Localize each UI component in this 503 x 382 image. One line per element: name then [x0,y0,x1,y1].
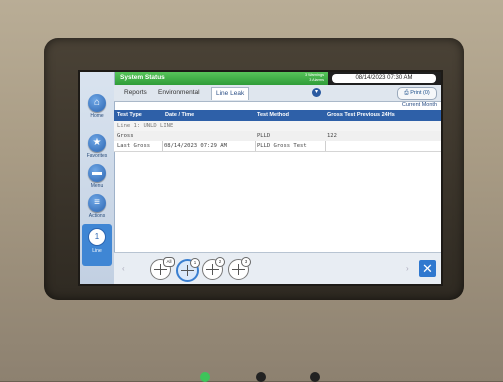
nav-menu-label: Menu [90,183,104,189]
cell-test-type: Gross [117,133,134,139]
gauge-2-label: 2 [215,257,225,267]
cell-test-method: PLLD Gross Test [257,143,307,149]
printer-icon: ⎙ [404,90,409,96]
alarm-warning-counts: 3 Warnings 3 Alarms [305,73,324,82]
left-nav: ⌂ Home ★ Favorites ▬ Menu ≡ Actions 1 Li… [80,72,115,284]
column-divider [162,141,163,151]
cell-gross-test: 122 [327,133,337,139]
header-gross-test: Gross Test Previous 24Hs [327,112,395,118]
chevron-down-icon[interactable]: ▾ [312,88,321,97]
column-divider [255,141,256,151]
status-bar: System Status 3 Warnings 3 Alarms 08/14/… [80,72,441,85]
system-status-banner[interactable]: System Status 3 Warnings 3 Alarms [114,72,328,85]
section-label: Line 1: UNLD LINE [117,123,174,129]
gauge-all-button[interactable]: All [150,257,175,280]
nav-actions-label: Actions [88,213,106,219]
header-test-type: Test Type [117,112,142,118]
bottom-toolbar: ‹ All 1 2 3 › ✕ [114,252,441,284]
nav-line-button[interactable]: 1 Line [82,224,112,266]
nav-home-button[interactable]: ⌂ Home [83,94,111,119]
nav-line-label: Line [92,248,102,254]
table-row[interactable]: Last Gross 08/14/2023 07:29 AM PLLD Gros… [114,141,441,152]
header-date-time: Date / Time [165,112,195,118]
nav-favorites-label: Favorites [86,153,108,159]
gauge-3-button[interactable]: 3 [228,257,251,280]
scroll-left-icon[interactable]: ‹ [122,264,125,273]
tab-bar: Reports Environmental Line Leak ▾ ⎙ Prin… [114,85,441,102]
menu-icon: ▬ [88,164,106,182]
gauge-3-label: 3 [241,257,251,267]
gauge-all-label: All [163,257,175,267]
line-number-icon: 1 [88,228,106,246]
print-button[interactable]: ⎙ Print (0) [397,87,437,100]
home-icon: ⌂ [88,94,106,112]
table-header: Test Type Date / Time Test Method Gross … [114,110,441,121]
nav-actions-button[interactable]: ≡ Actions [83,194,111,219]
warnings-count: 3 Warnings [304,73,324,77]
tab-environmental[interactable]: Environmental [154,87,204,99]
tab-line-leak[interactable]: Line Leak [211,87,250,100]
close-icon: ✕ [422,261,433,276]
actions-icon: ≡ [88,194,106,212]
nav-menu-button[interactable]: ▬ Menu [83,164,111,189]
console-screen: System Status 3 Warnings 3 Alarms 08/14/… [80,72,441,284]
header-test-method: Test Method [257,112,289,118]
alarms-count: 3 Alarms [309,77,324,82]
cell-date-time: 08/14/2023 07:29 AM [164,143,227,149]
date-time: 08/14/2023 07:30 AM [332,74,436,83]
gauge-2-button[interactable]: 2 [202,257,225,280]
nav-home-label: Home [90,113,104,119]
nav-favorites-button[interactable]: ★ Favorites [83,134,111,159]
star-icon: ★ [88,134,106,152]
gauge-1-label: 1 [190,258,200,268]
cell-test-type: Last Gross [117,143,151,149]
print-label: Print (0) [410,90,430,96]
column-divider [325,141,326,151]
close-button[interactable]: ✕ [419,260,436,277]
system-status-title: System Status [120,74,165,81]
period-label: Current Month [401,102,437,108]
cell-test-method: PLLD [257,133,271,139]
gauge-1-button[interactable]: 1 [176,258,200,282]
scroll-right-icon[interactable]: › [406,264,409,273]
tab-reports[interactable]: Reports [120,87,151,99]
